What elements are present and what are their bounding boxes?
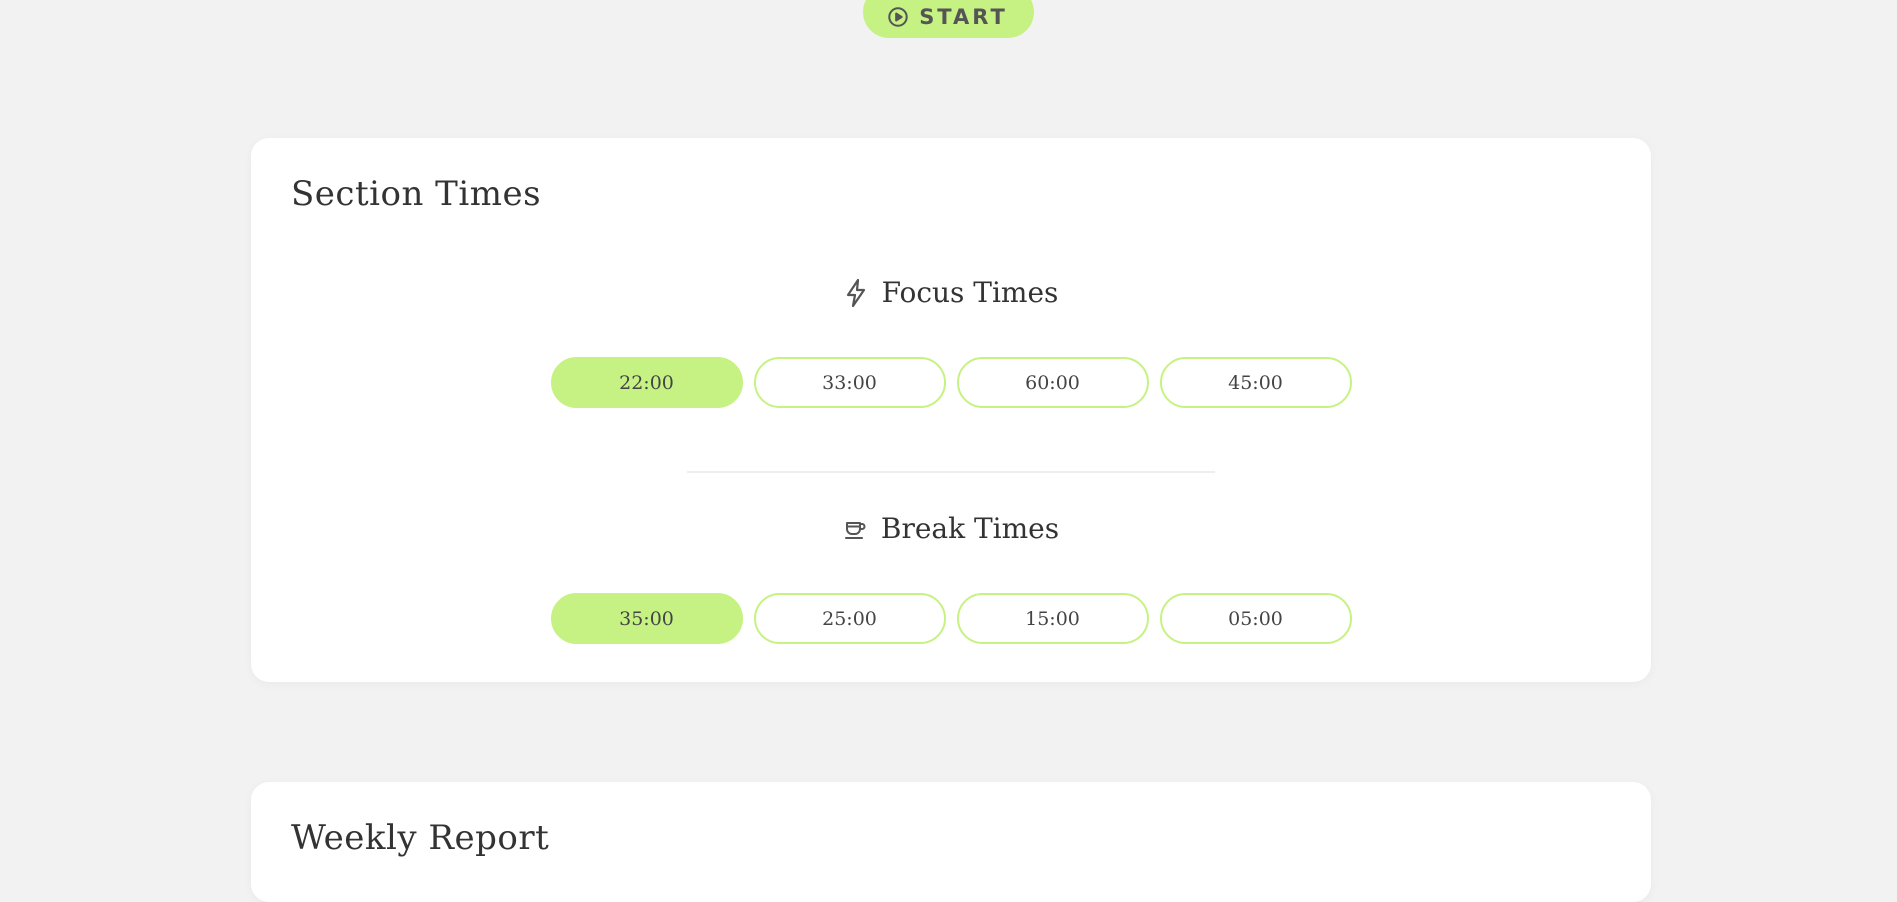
lightning-bolt-icon: [844, 278, 868, 308]
section-times-card: Section Times Focus Times 22:00 33:00 60…: [251, 138, 1651, 682]
weekly-report-card: Weekly Report: [251, 782, 1651, 902]
break-times-options: 35:00 25:00 15:00 05:00: [251, 593, 1651, 644]
break-times-label: Break Times: [880, 512, 1060, 545]
focus-times-options: 22:00 33:00 60:00 45:00: [251, 357, 1651, 408]
break-time-option[interactable]: 25:00: [753, 593, 946, 644]
section-divider: [687, 471, 1215, 473]
break-time-option[interactable]: 15:00: [956, 593, 1149, 644]
focus-time-option[interactable]: 60:00: [956, 357, 1149, 408]
focus-time-option[interactable]: 22:00: [550, 357, 743, 408]
section-times-title: Section Times: [291, 174, 542, 214]
start-button-wrapper: START: [0, 0, 1897, 38]
weekly-report-title: Weekly Report: [291, 818, 550, 858]
start-button[interactable]: START: [863, 0, 1034, 38]
coffee-cup-icon: [843, 517, 867, 541]
focus-time-option[interactable]: 33:00: [753, 357, 946, 408]
break-time-option[interactable]: 35:00: [550, 593, 743, 644]
break-times-heading: Break Times: [251, 512, 1651, 545]
break-time-option[interactable]: 05:00: [1159, 593, 1352, 644]
play-circle-icon: [887, 6, 909, 28]
focus-times-heading: Focus Times: [251, 276, 1651, 309]
focus-time-option[interactable]: 45:00: [1159, 357, 1352, 408]
focus-times-label: Focus Times: [881, 276, 1059, 309]
start-button-label: START: [919, 5, 1008, 29]
